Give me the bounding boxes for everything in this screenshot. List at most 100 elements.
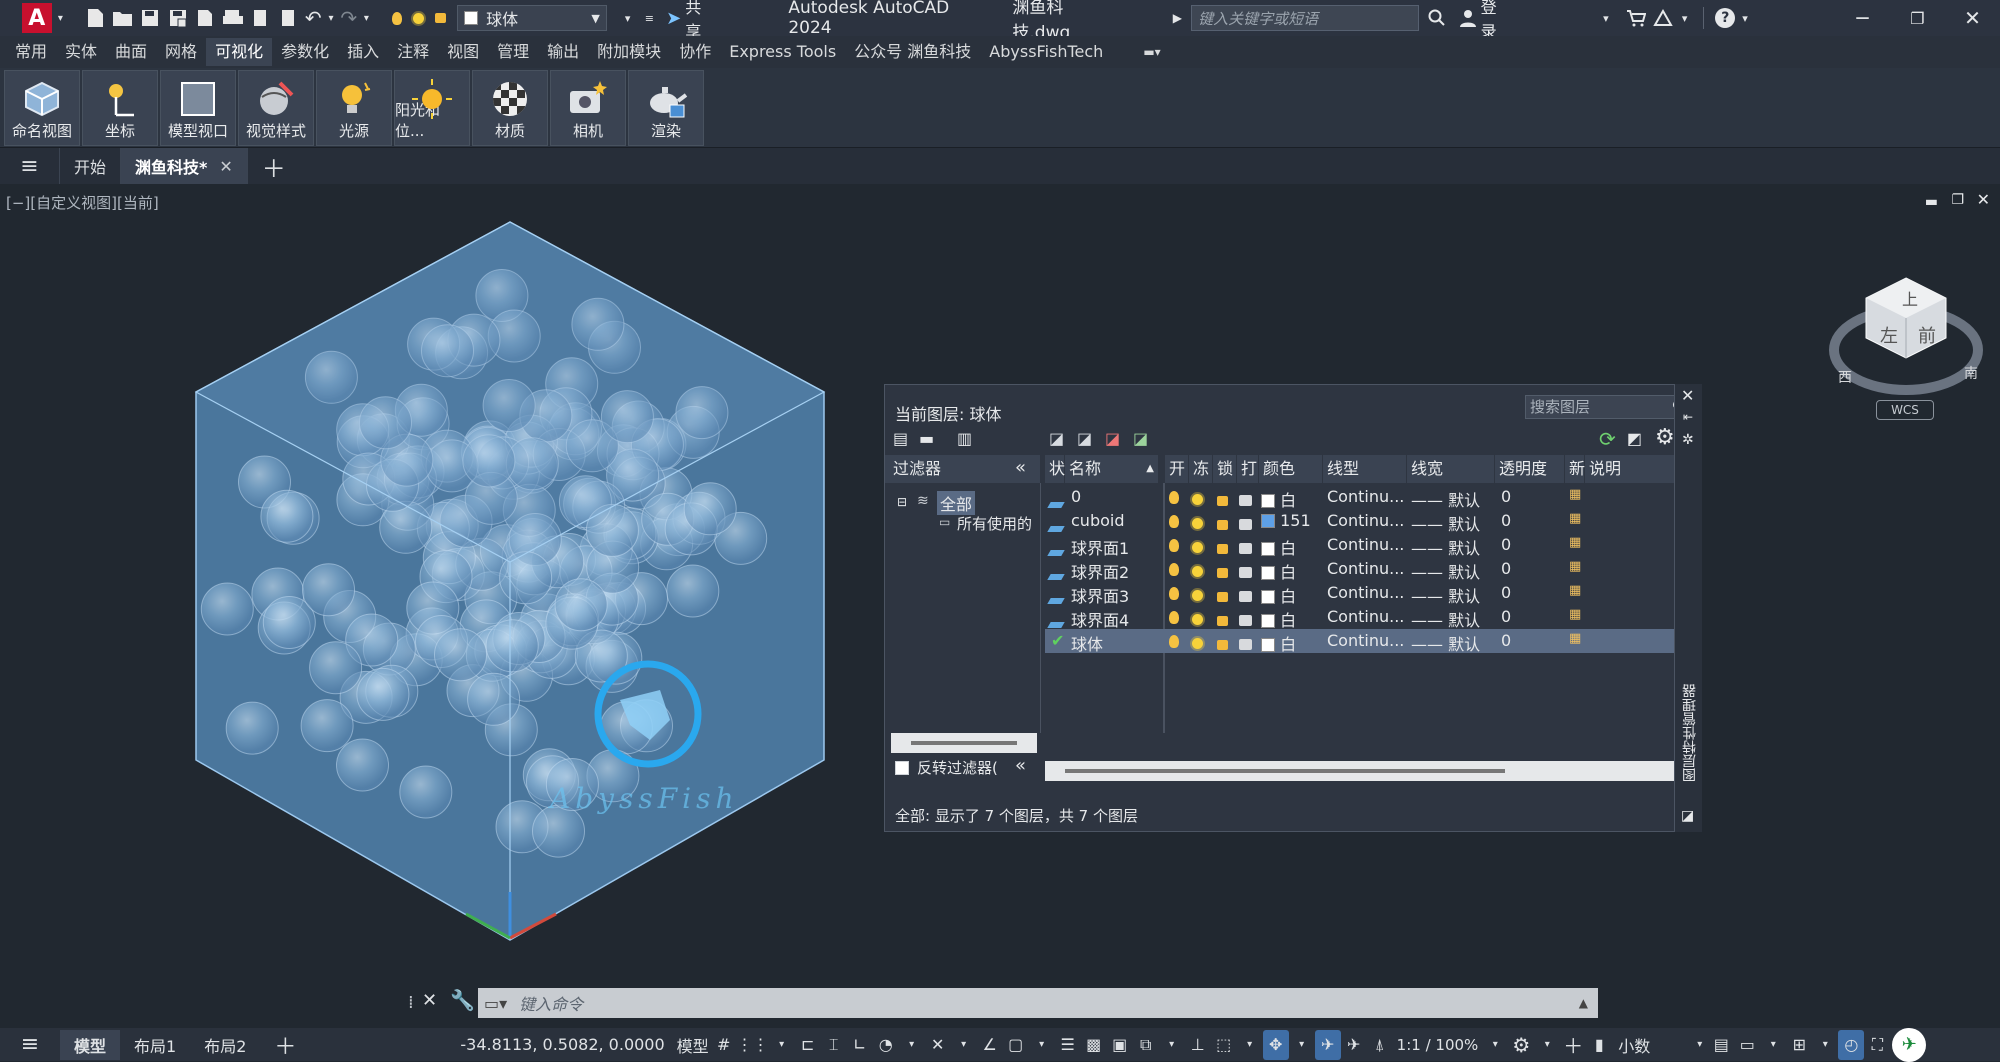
layer-lineweight[interactable]: —— 默认 — [1411, 511, 1480, 535]
layer-linetype[interactable]: Continu... — [1327, 631, 1404, 650]
app-menu-button[interactable]: A — [22, 3, 52, 33]
layer-unlock-icon[interactable] — [1217, 539, 1228, 558]
new-layer-icon[interactable]: ◪ — [1049, 429, 1064, 448]
layer-on-bulb-icon[interactable] — [1169, 609, 1179, 628]
layer-color-cell[interactable]: 白 — [1261, 559, 1296, 583]
layer-unlock-icon[interactable] — [1217, 587, 1228, 606]
layer-transparency[interactable]: 0 — [1501, 583, 1511, 602]
col-on[interactable]: 开 — [1165, 455, 1189, 483]
new-layer-vp-frozen-icon[interactable]: ◪ — [1077, 429, 1092, 448]
layer-lineweight[interactable]: —— 默认 — [1411, 607, 1480, 631]
viewport-close-icon[interactable]: ✕ — [1977, 190, 1990, 209]
hardware-acceleration-icon[interactable]: ◴ — [1838, 1029, 1865, 1060]
layer-plot-icon[interactable] — [1239, 635, 1252, 654]
tab-annotate[interactable]: 注释 — [388, 38, 438, 66]
snap-dropdown-icon[interactable]: ▾ — [769, 1030, 795, 1060]
command-input[interactable]: 键入命令 — [519, 991, 583, 1015]
snap-icon[interactable]: ⋮⋮ — [737, 1030, 769, 1060]
col-lineweight[interactable]: 线宽 — [1407, 455, 1495, 483]
new-group-filter-icon[interactable]: ▬ — [919, 429, 934, 448]
user-icon[interactable] — [1455, 4, 1481, 32]
import-icon[interactable] — [246, 4, 274, 32]
gizmo-dropdown-icon[interactable]: ▾ — [1289, 1030, 1315, 1060]
3d-osnap-icon[interactable]: ⧉ — [1133, 1030, 1159, 1060]
layer-name[interactable]: 球体 — [1071, 631, 1103, 655]
delete-layer-icon[interactable]: ◪ — [1105, 429, 1120, 448]
dynamic-ucs-icon[interactable]: ⊥ — [1185, 1030, 1211, 1060]
layer-lineweight[interactable]: —— 默认 — [1411, 487, 1480, 511]
layer-unlock-icon[interactable] — [430, 4, 452, 32]
viewport-controls-label[interactable]: [−][自定义视图][当前] — [6, 192, 159, 213]
tab-abyssfishtech[interactable]: AbyssFishTech — [980, 38, 1112, 66]
dynamic-input-icon[interactable]: ⌶ — [821, 1030, 847, 1060]
layer-linetype[interactable]: Continu... — [1327, 559, 1404, 578]
new-vp-freeze-icon[interactable]: ▦ — [1569, 631, 1581, 646]
new-file-icon[interactable] — [81, 4, 109, 32]
new-vp-freeze-icon[interactable]: ▦ — [1569, 559, 1581, 574]
search-icon[interactable] — [1423, 4, 1451, 32]
layer-plot-icon[interactable] — [1239, 539, 1252, 558]
lights-button[interactable]: 光源 — [316, 70, 392, 146]
wrench-icon[interactable]: 🔧 — [450, 988, 475, 1012]
layer-plot-icon[interactable] — [1239, 491, 1252, 510]
layer-lineweight[interactable]: —— 默认 — [1411, 583, 1480, 607]
layer-on-bulb-icon[interactable] — [1169, 585, 1179, 604]
tab-collaborate[interactable]: 协作 — [670, 38, 720, 66]
layer-plot-icon[interactable] — [1239, 515, 1252, 534]
coordinates-button[interactable]: 坐标 — [82, 70, 158, 146]
new-vp-freeze-icon[interactable]: ▦ — [1569, 535, 1581, 550]
lock-ui-icon[interactable]: ▭ — [1734, 1030, 1760, 1060]
layer-name[interactable]: 球界面4 — [1071, 607, 1129, 631]
filter-used-item[interactable]: 所有使用的 — [957, 513, 1039, 534]
3d-osnap-dropdown-icon[interactable]: ▾ — [1159, 1030, 1185, 1060]
redo-dropdown-icon[interactable]: ▾ — [361, 4, 373, 32]
layer-row[interactable]: 球界面4 白 Continu... —— 默认 0 ▦ — [1045, 605, 1693, 631]
layer-thaw-sun-icon[interactable] — [1192, 586, 1203, 605]
selection-filter-icon[interactable]: ⬚ — [1211, 1030, 1237, 1060]
gear-icon[interactable]: ⚙ — [1655, 425, 1675, 450]
layer-thaw-sun-icon[interactable] — [1192, 610, 1203, 629]
tab-visualize[interactable]: 可视化 — [206, 38, 273, 66]
units-dropdown[interactable]: 小数 ▾ — [1612, 1030, 1708, 1060]
app-menu-dropdown-icon[interactable]: ▾ — [54, 4, 68, 32]
cmd-expand-icon[interactable]: ▲ — [1579, 996, 1588, 1010]
refresh-icon[interactable]: ⟳ — [1599, 427, 1616, 451]
layer-row[interactable]: 0 白 Continu... —— 默认 0 ▦ — [1045, 485, 1693, 511]
layer-transparency[interactable]: 0 — [1501, 559, 1511, 578]
layer-name[interactable]: 球界面1 — [1071, 535, 1129, 559]
layer-linetype[interactable]: Continu... — [1327, 511, 1404, 530]
polar-tracking-icon[interactable]: ◔ — [873, 1030, 899, 1060]
auto-scale-icon[interactable]: ✈ — [1341, 1030, 1367, 1060]
layer-on-bulb-icon[interactable] — [1169, 489, 1179, 508]
annotation-scale-icon[interactable]: ⍋ — [1367, 1030, 1393, 1060]
qat-customize-icon[interactable]: ≡ — [638, 4, 660, 32]
filter-hscrollbar[interactable] — [891, 733, 1037, 753]
new-vp-freeze-icon[interactable]: ▦ — [1569, 487, 1581, 502]
layer-search-input[interactable]: 搜索图层 ⚲ — [1525, 395, 1687, 419]
add-layout-icon[interactable]: ＋ — [260, 1030, 310, 1060]
viewport-restore-icon[interactable]: ❐ — [1951, 192, 1964, 208]
new-vp-freeze-icon[interactable]: ▦ — [1569, 607, 1581, 622]
layer-plot-icon[interactable] — [1239, 587, 1252, 606]
layer-row[interactable]: 球界面3 白 Continu... —— 默认 0 ▦ — [1045, 581, 1693, 607]
layer-thaw-sun-icon[interactable] — [1192, 634, 1203, 653]
camera-button[interactable]: 相机 — [550, 70, 626, 146]
sun-location-button[interactable]: 阳光和位... — [394, 70, 470, 146]
render-button[interactable]: 渲染 — [628, 70, 704, 146]
infer-constraints-icon[interactable]: ⊏ — [795, 1030, 821, 1060]
layer-color-cell[interactable]: 白 — [1261, 607, 1296, 631]
materials-button[interactable]: 材质 — [472, 70, 548, 146]
close-palette-icon[interactable]: ✕ — [1681, 386, 1694, 405]
layer-thaw-sun-icon[interactable] — [408, 4, 430, 32]
transparency-icon[interactable]: ▩ — [1081, 1030, 1107, 1060]
col-new-vp-freeze[interactable]: 新 — [1565, 455, 1585, 483]
layer-on-bulb-icon[interactable] — [1169, 561, 1179, 580]
publish-icon[interactable] — [191, 4, 219, 32]
layer-on-bulb-icon[interactable] — [1169, 537, 1179, 556]
layer-transparency[interactable]: 0 — [1501, 511, 1511, 530]
col-status[interactable]: 状 — [1045, 455, 1065, 483]
annotation-visibility-icon[interactable]: ✈ — [1314, 1029, 1341, 1060]
connect-dropdown-icon[interactable]: ▾ — [1677, 4, 1693, 32]
layer-unlock-icon[interactable] — [1217, 635, 1228, 654]
layout1-tab[interactable]: 布局1 — [120, 1030, 190, 1060]
